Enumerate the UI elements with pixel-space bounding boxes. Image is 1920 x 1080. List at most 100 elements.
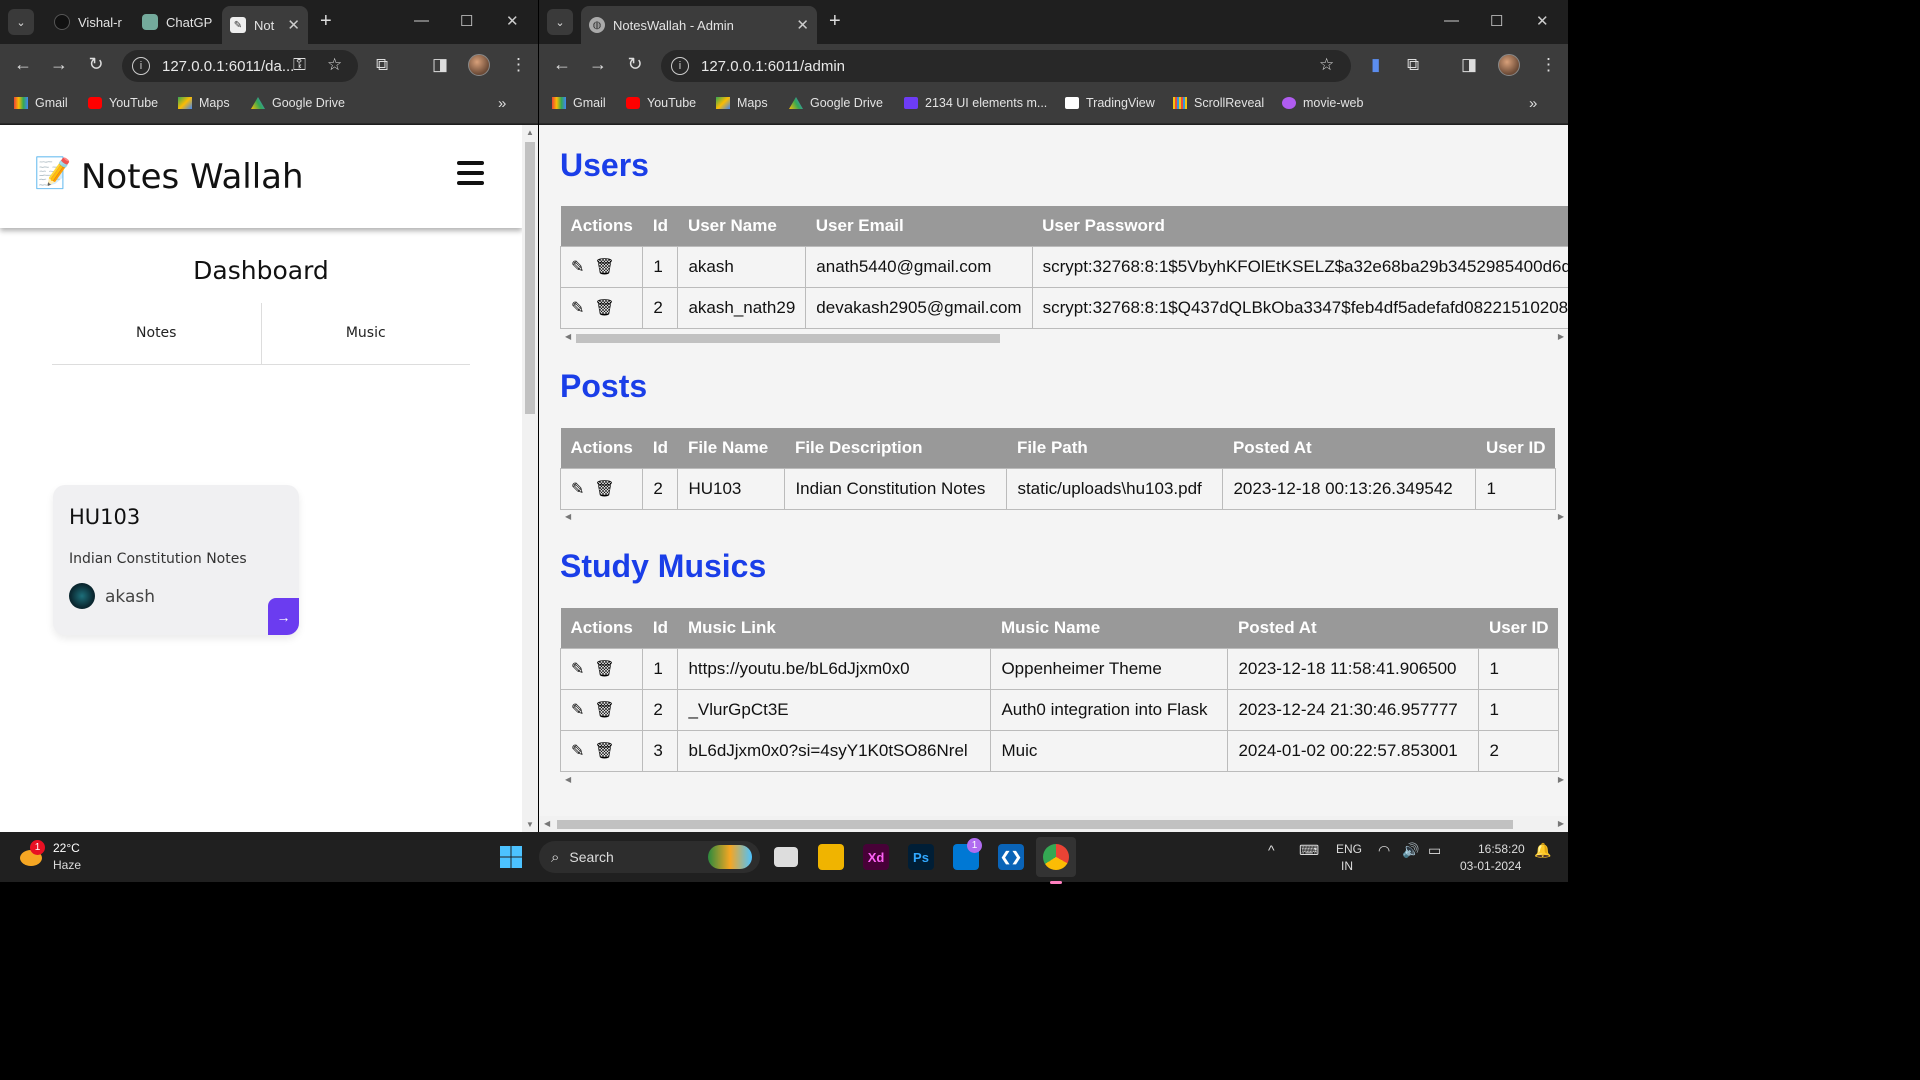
- close-tab-icon[interactable]: ✕: [796, 16, 809, 34]
- bookmark-scrollreveal[interactable]: ScrollReveal: [1173, 96, 1264, 110]
- side-panel-icon[interactable]: ◨: [1461, 55, 1477, 75]
- volume-icon[interactable]: 🔊: [1402, 842, 1419, 859]
- start-windows-icon[interactable]: [498, 844, 524, 870]
- translate-extension-icon[interactable]: ▮: [1371, 55, 1380, 75]
- adobe-xd-icon[interactable]: Xd: [863, 844, 889, 870]
- bookmark-ui-elements[interactable]: 2134 UI elements m...: [904, 96, 1047, 110]
- scroll-left-arrow-icon[interactable]: ◀: [565, 332, 571, 341]
- tab-search-button[interactable]: ⌄: [547, 9, 573, 35]
- file-explorer-icon[interactable]: [818, 844, 844, 870]
- musics-horizontal-scrollbar[interactable]: ◀ ▶: [560, 774, 1568, 788]
- reload-icon[interactable]: ↻: [623, 54, 647, 75]
- wifi-icon[interactable]: ◠: [1378, 842, 1390, 859]
- weather-temp[interactable]: 22°C: [53, 841, 80, 855]
- address-bar[interactable]: i 127.0.0.1:6011/da...: [122, 50, 358, 82]
- bookmark-movie-web[interactable]: movie-web: [1282, 96, 1363, 110]
- bookmark-star-icon[interactable]: ☆: [1319, 55, 1334, 75]
- bookmark-youtube[interactable]: YouTube: [88, 96, 158, 110]
- trash-icon[interactable]: 🗑: [594, 741, 614, 761]
- taskbar-search[interactable]: ⌕ Search: [539, 841, 760, 873]
- language-indicator[interactable]: ENG: [1336, 842, 1362, 856]
- clock-time[interactable]: 16:58:20: [1478, 842, 1525, 856]
- task-view-icon[interactable]: [774, 847, 798, 867]
- weather-desc[interactable]: Haze: [53, 858, 81, 872]
- trash-icon[interactable]: 🗑: [594, 659, 614, 679]
- scroll-up-arrow-icon[interactable]: ▲: [526, 128, 534, 137]
- edit-icon[interactable]: ✎: [571, 659, 584, 679]
- open-note-arrow-button[interactable]: →: [268, 598, 299, 635]
- scroll-right-arrow-icon[interactable]: ▶: [1558, 819, 1564, 828]
- side-panel-icon[interactable]: ◨: [432, 55, 448, 75]
- vscode-icon[interactable]: ❮❯: [998, 844, 1024, 870]
- bookmark-star-icon[interactable]: ☆: [327, 55, 342, 75]
- scrollbar-thumb[interactable]: [576, 334, 1000, 343]
- scroll-left-arrow-icon[interactable]: ◀: [565, 775, 571, 784]
- back-icon[interactable]: ←: [11, 54, 35, 75]
- notifications-bell-icon[interactable]: 🔔: [1534, 842, 1551, 859]
- forward-icon[interactable]: →: [47, 54, 71, 75]
- photoshop-icon[interactable]: Ps: [908, 844, 934, 870]
- battery-icon[interactable]: ▭: [1428, 842, 1441, 859]
- tab-notes-active[interactable]: ✎ Not ✕: [222, 6, 308, 44]
- close-window-icon[interactable]: ✕: [1536, 12, 1549, 30]
- close-window-icon[interactable]: ✕: [506, 12, 519, 30]
- bookmark-tradingview[interactable]: TradingView: [1065, 96, 1155, 110]
- edit-icon[interactable]: ✎: [571, 479, 584, 499]
- scroll-right-arrow-icon[interactable]: ▶: [1558, 512, 1564, 521]
- minimize-icon[interactable]: —: [1444, 12, 1459, 29]
- trash-icon[interactable]: 🗑: [594, 298, 614, 318]
- scrollbar-thumb[interactable]: [525, 142, 535, 414]
- tab-github[interactable]: Vishal-r: [46, 6, 128, 38]
- edit-icon[interactable]: ✎: [571, 257, 584, 277]
- scroll-down-arrow-icon[interactable]: ▼: [526, 820, 534, 829]
- page-vertical-scrollbar[interactable]: ▲ ▼: [522, 125, 538, 832]
- users-horizontal-scrollbar[interactable]: ◀ ▶: [560, 331, 1568, 345]
- forward-icon[interactable]: →: [586, 54, 610, 75]
- tab-music[interactable]: Music: [260, 303, 471, 364]
- menu-kebab-icon[interactable]: ⋮: [510, 55, 527, 75]
- clock-date[interactable]: 03-01-2024: [1460, 859, 1521, 873]
- menu-kebab-icon[interactable]: ⋮: [1540, 55, 1557, 75]
- language-region[interactable]: IN: [1341, 859, 1353, 873]
- trash-icon[interactable]: 🗑: [594, 257, 614, 277]
- scroll-left-arrow-icon[interactable]: ◀: [565, 512, 571, 521]
- show-hidden-icons-chevron[interactable]: ^: [1268, 842, 1275, 858]
- trash-icon[interactable]: 🗑: [594, 700, 614, 720]
- new-tab-button[interactable]: +: [829, 10, 841, 32]
- trash-icon[interactable]: 🗑: [594, 479, 614, 499]
- scroll-left-arrow-icon[interactable]: ◀: [544, 819, 550, 828]
- bookmark-maps[interactable]: Maps: [178, 96, 230, 110]
- microsoft-store-icon[interactable]: 1: [953, 838, 982, 870]
- tab-notes[interactable]: Notes: [52, 303, 261, 364]
- address-bar[interactable]: i 127.0.0.1:6011/admin: [661, 50, 1351, 82]
- profile-avatar[interactable]: [1498, 54, 1520, 76]
- back-icon[interactable]: ←: [550, 54, 574, 75]
- chrome-taskbar-active[interactable]: [1036, 837, 1076, 884]
- bookmark-youtube[interactable]: YouTube: [626, 96, 696, 110]
- extensions-icon[interactable]: ⧉: [376, 55, 388, 75]
- edit-icon[interactable]: ✎: [571, 298, 584, 318]
- bookmark-gmail[interactable]: Gmail: [552, 96, 606, 110]
- hamburger-menu-icon[interactable]: [457, 161, 484, 191]
- bookmark-maps[interactable]: Maps: [716, 96, 768, 110]
- more-bookmarks-icon[interactable]: »: [1529, 95, 1537, 112]
- new-tab-button[interactable]: +: [320, 10, 332, 32]
- bookmark-google-drive[interactable]: Google Drive: [251, 96, 345, 110]
- profile-avatar[interactable]: [468, 54, 490, 76]
- page-horizontal-scrollbar[interactable]: ◀ ▶: [539, 816, 1568, 832]
- posts-horizontal-scrollbar[interactable]: ◀ ▶: [560, 511, 1568, 525]
- bookmark-gmail[interactable]: Gmail: [14, 96, 68, 110]
- reload-icon[interactable]: ↻: [84, 54, 108, 75]
- tab-search-button[interactable]: ⌄: [8, 9, 34, 35]
- tab-chatgpt[interactable]: ChatGP: [134, 6, 218, 38]
- site-info-icon[interactable]: i: [671, 57, 689, 75]
- minimize-icon[interactable]: —: [414, 12, 429, 29]
- keyboard-icon[interactable]: ⌨: [1299, 842, 1319, 859]
- bookmark-google-drive[interactable]: Google Drive: [789, 96, 883, 110]
- maximize-icon[interactable]: ☐: [460, 12, 473, 30]
- edit-icon[interactable]: ✎: [571, 741, 584, 761]
- close-tab-icon[interactable]: ✕: [287, 16, 300, 34]
- scroll-right-arrow-icon[interactable]: ▶: [1558, 775, 1564, 784]
- maximize-icon[interactable]: ☐: [1490, 12, 1503, 30]
- tab-admin-active[interactable]: ◍ NotesWallah - Admin ✕: [581, 6, 817, 44]
